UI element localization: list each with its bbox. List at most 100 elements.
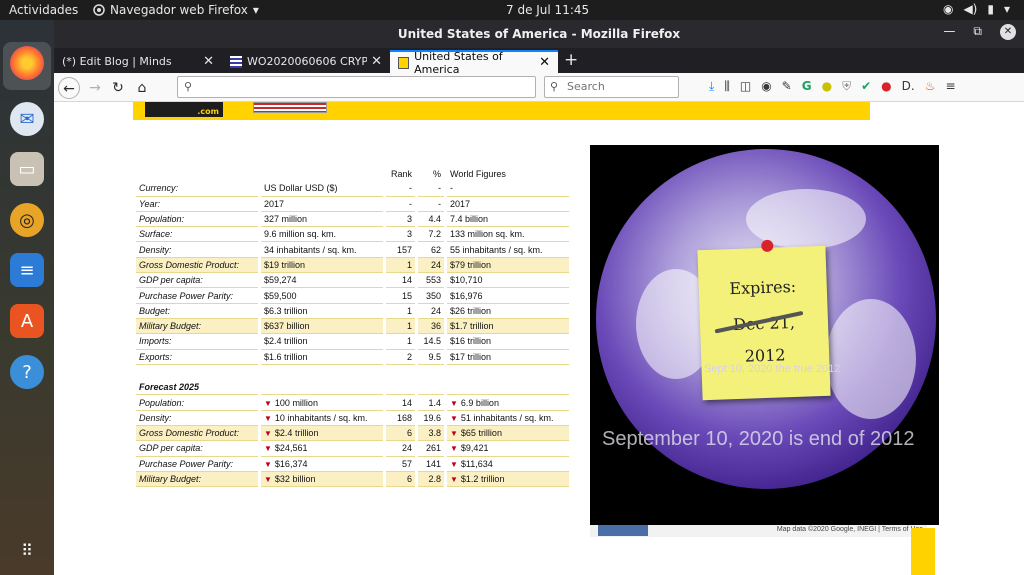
row-world-figure: 133 million sq. km. — [447, 227, 569, 243]
files-icon[interactable]: ▭ — [10, 152, 44, 186]
row-rank: - — [386, 181, 415, 197]
row-percent: 9.5 — [418, 350, 444, 365]
tab-wo2020060606[interactable]: WO2020060606 CRYPTOC ✕ — [222, 50, 390, 73]
table-row: Density: 34 inhabitants / sq. km. 157 62 55 … — [136, 242, 569, 258]
app-menu[interactable]: Navegador web Firefox ▾ — [93, 3, 259, 17]
row-world-figure: ▼ $9,421 — [447, 441, 569, 457]
row-value: $6.3 trillion — [261, 304, 383, 319]
cell-value: $16,374 — [274, 458, 308, 469]
map-attribution[interactable]: Map data ©2020 Google, INEGI | Terms of … — [777, 526, 923, 533]
row-rank: 57 — [386, 457, 415, 472]
sidebar-icon[interactable]: ◫ — [740, 79, 751, 94]
row-percent: 19.6 — [418, 411, 444, 427]
close-tab-icon[interactable]: ✕ — [371, 54, 382, 69]
row-value: US Dollar USD ($) — [261, 181, 383, 197]
writer-icon[interactable]: ≡ — [10, 253, 44, 287]
row-label: Surface: — [136, 227, 258, 243]
shield-icon[interactable]: ⛨ — [842, 79, 851, 94]
empty-cell — [447, 380, 569, 396]
table-row: Gross Domestic Product: ▼ $2.4 trillion 6 3.… — [136, 426, 569, 442]
back-arrow-icon[interactable]: ← — [58, 77, 80, 99]
down-arrow-icon: ▼ — [264, 413, 272, 423]
map-embed[interactable]: Expires: Dec 21, 2012 Sept 10, 2020 the … — [590, 145, 939, 525]
down-arrow-icon: ▼ — [264, 475, 272, 485]
url-bar[interactable]: ⚲ — [177, 76, 536, 98]
header-world-figures: World Figures — [450, 168, 506, 179]
new-tab-button[interactable]: + — [564, 50, 578, 70]
table-row: Imports: $2.4 trillion 1 14.5 $16 trillion — [136, 334, 569, 350]
down-arrow-icon: ▼ — [264, 459, 272, 469]
down-arrow-icon: ▼ — [450, 459, 458, 469]
row-percent: 3.8 — [418, 426, 444, 442]
row-value: $2.4 trillion — [261, 334, 383, 350]
table-row: GDP per capita: $59,274 14 553 $10,710 — [136, 273, 569, 289]
check-extension-icon[interactable]: ✔ — [861, 79, 871, 94]
row-value: 327 million — [261, 212, 383, 228]
tab-label: (*) Edit Blog | Minds — [62, 55, 172, 68]
flame-extension-icon[interactable]: ♨ — [925, 79, 936, 94]
close-tab-icon[interactable]: ✕ — [539, 55, 550, 70]
download-icon[interactable]: ⤓ — [709, 79, 714, 94]
software-icon[interactable]: A — [10, 304, 44, 338]
mail-icon[interactable]: ✉ — [10, 102, 44, 136]
row-rank: 1 — [386, 257, 415, 274]
table-row: Exports: $1.6 trillion 2 9.5 $17 trillion — [136, 350, 569, 365]
row-rank: 1 — [386, 334, 415, 350]
table-row: Year: 2017- -2017 — [136, 197, 569, 212]
row-world-figure: $10,710 — [447, 273, 569, 289]
grammarly-icon[interactable]: G — [802, 79, 812, 94]
home-icon[interactable]: ⌂ — [131, 77, 153, 99]
down-arrow-icon: ▼ — [450, 429, 458, 439]
row-label: Gross Domestic Product: — [136, 426, 258, 442]
cell-value: $1.2 trillion — [460, 474, 505, 485]
chevron-down-icon: ▾ — [1003, 2, 1010, 16]
menu-icon[interactable]: ≡ — [945, 79, 955, 94]
row-rank: 14 — [386, 395, 415, 411]
row-label: Currency: — [136, 181, 258, 197]
system-tray[interactable]: ◉ ◀) ▮ ▾ — [943, 2, 1010, 16]
rhythmbox-icon[interactable]: ◎ — [10, 203, 44, 237]
site-logo[interactable]: .com — [145, 102, 223, 117]
search-icon: ⚲ — [184, 80, 193, 93]
tab-edit-blog[interactable]: (*) Edit Blog | Minds ✕ — [54, 50, 222, 73]
clock[interactable]: 7 de Jul 11:45 — [506, 3, 589, 17]
maximize-button[interactable]: ⧉ — [973, 24, 982, 40]
library-icon[interactable]: ⫼ — [724, 79, 730, 94]
down-arrow-icon: ▼ — [264, 398, 272, 408]
forward-arrow-icon[interactable]: → — [84, 77, 106, 99]
show-apps-icon[interactable]: ⠿ — [10, 533, 44, 567]
row-rank: - — [386, 197, 415, 212]
minimize-button[interactable]: — — [943, 24, 955, 40]
activities-button[interactable]: Actividades — [9, 3, 78, 17]
account-icon[interactable]: ◉ — [761, 79, 771, 94]
reload-icon[interactable]: ↻ — [107, 77, 129, 99]
table-row: Purchase Power Parity: ▼ $16,374 57 141 ▼ $11,… — [136, 457, 569, 472]
row-label: GDP per capita: — [136, 441, 258, 457]
row-label: Imports: — [136, 334, 258, 350]
row-value: ▼ $24,561 — [261, 441, 383, 457]
extension-icon[interactable]: ● — [822, 79, 832, 94]
row-value: ▼ 10 inhabitants / sq. km. — [261, 411, 383, 427]
close-tab-icon[interactable]: ✕ — [203, 54, 214, 69]
window-title: United States of America - Mozilla Firef… — [397, 27, 681, 41]
row-rank: 2 — [386, 350, 415, 365]
row-percent: 2.8 — [418, 471, 444, 488]
toolbar-icons: ⤓ ⫼ ◫ ◉ ✎ G ● ⛨ ✔ ● D. ♨ ≡ — [709, 79, 956, 94]
badge-extension-icon[interactable]: ● — [881, 79, 891, 94]
row-rank: 14 — [386, 273, 415, 289]
down-arrow-icon: ▼ — [450, 444, 458, 454]
firefox-icon[interactable] — [10, 46, 44, 80]
close-button[interactable]: ✕ — [1000, 24, 1016, 40]
row-world-figure: $26 trillion — [447, 304, 569, 319]
pin-extension-icon[interactable]: ✎ — [782, 79, 792, 94]
search-input[interactable]: Search — [544, 76, 679, 98]
header-blank — [136, 166, 258, 181]
help-icon[interactable]: ? — [10, 355, 44, 389]
download-helper-icon[interactable]: D. — [902, 79, 915, 94]
row-percent: 261 — [418, 441, 444, 457]
map-footer: Map data ©2020 Google, INEGI | Terms of … — [590, 525, 927, 537]
row-percent: 7.2 — [418, 227, 444, 243]
row-rank: 1 — [386, 318, 415, 335]
tab-united-states[interactable]: United States of America ✕ — [390, 50, 558, 76]
row-percent: 24 — [418, 304, 444, 319]
